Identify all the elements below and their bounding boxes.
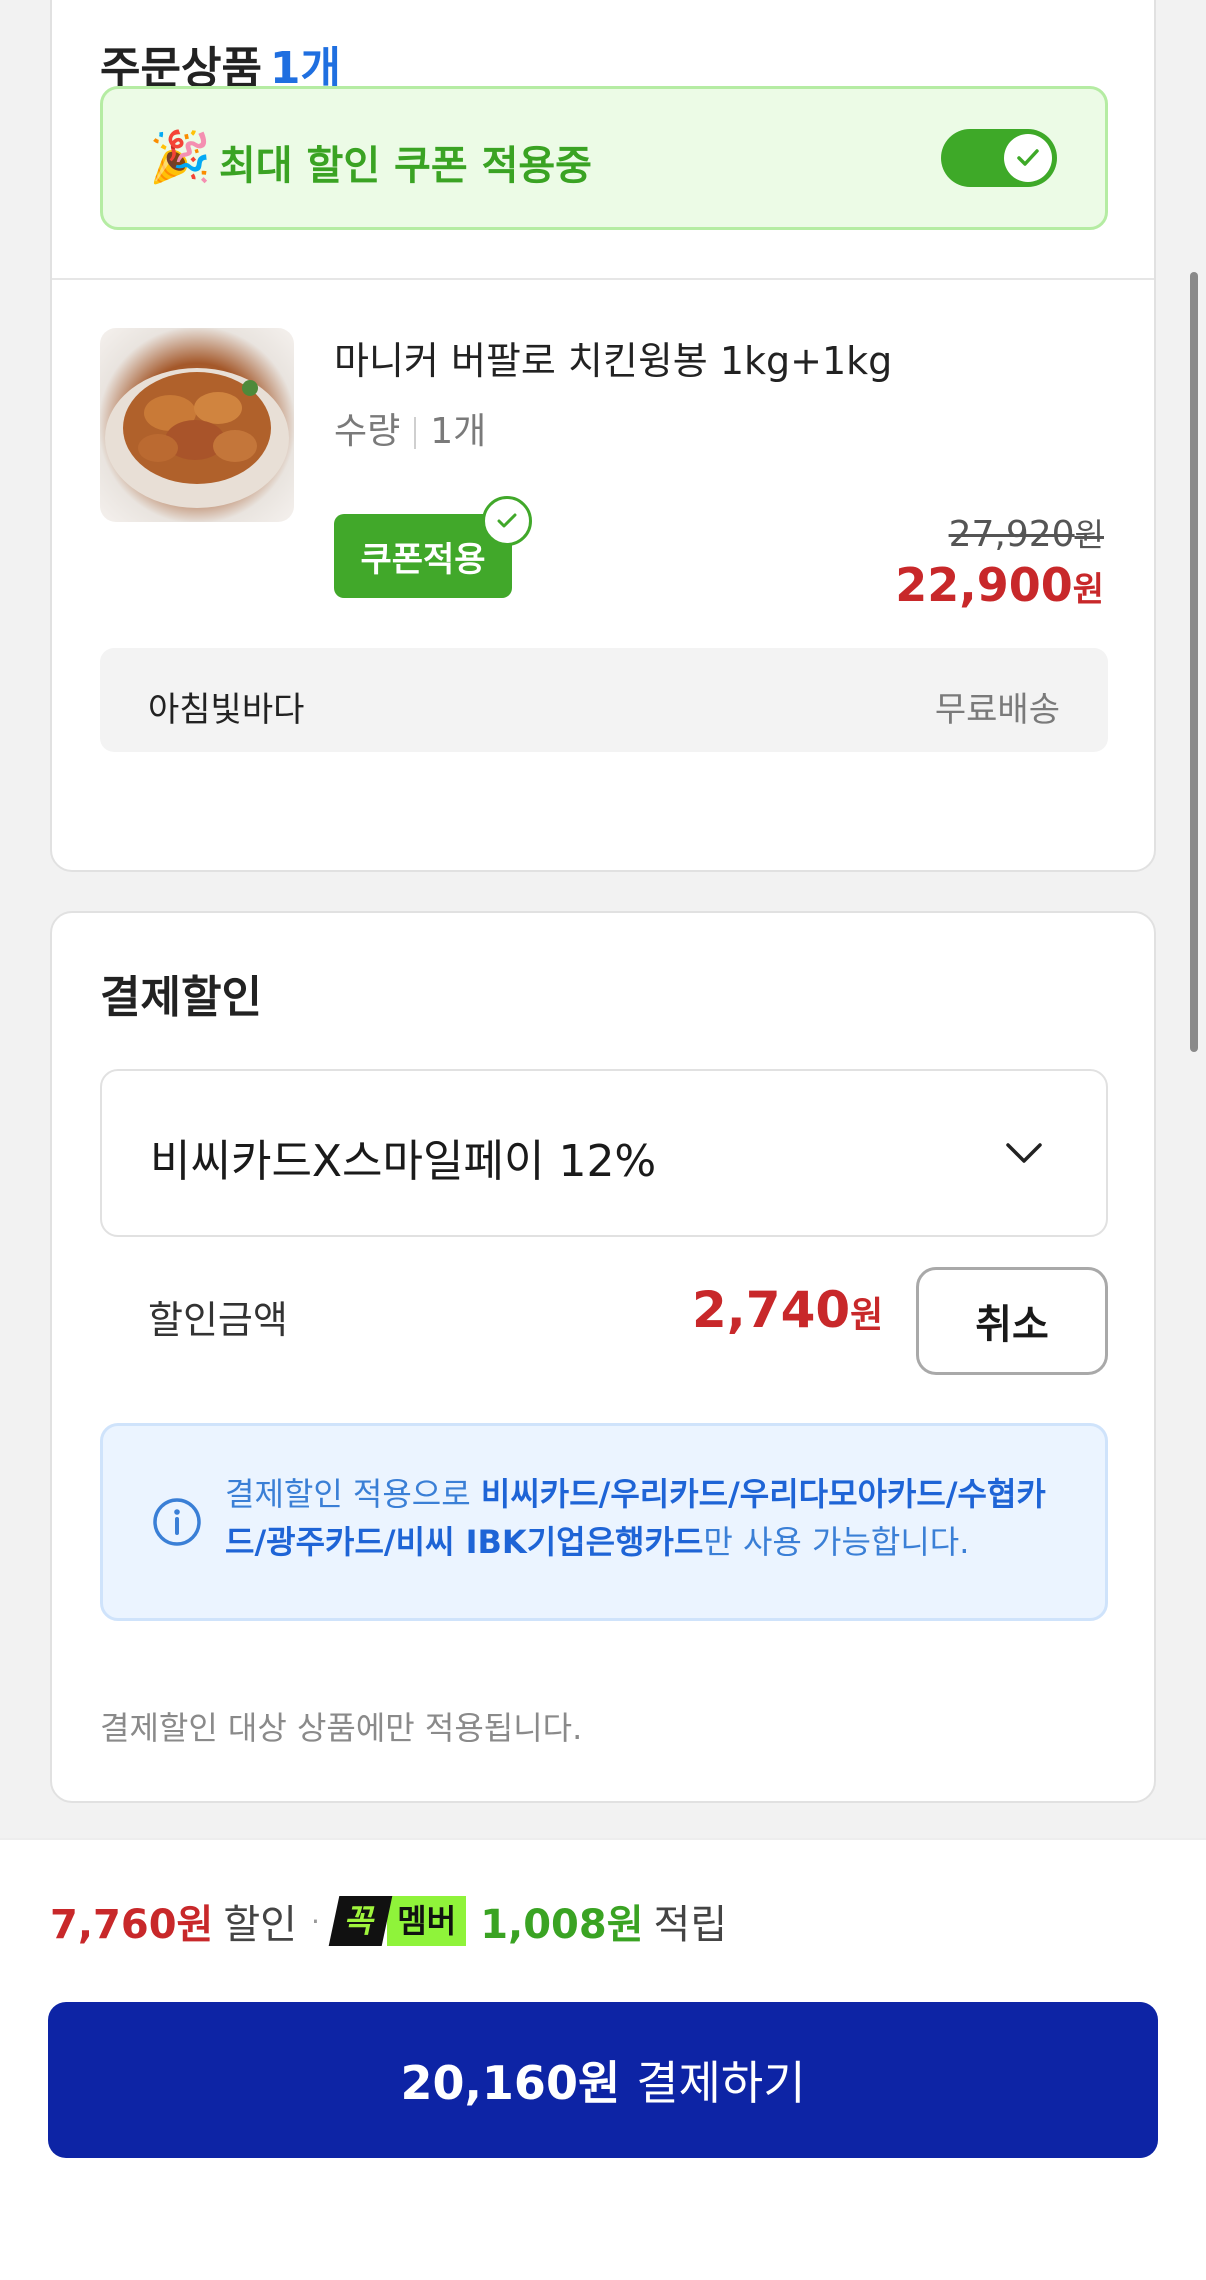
cancel-discount-button[interactable]: 취소 (916, 1267, 1108, 1375)
chicken-wings-image (105, 368, 289, 508)
member-badge-member: 멤버 (387, 1896, 467, 1946)
chevron-down-icon (1006, 1143, 1042, 1163)
original-price-currency: 원 (1074, 516, 1104, 554)
check-icon (497, 513, 517, 528)
notice-prefix: 결제할인 적용으로 (225, 1475, 481, 1513)
seller-name[interactable]: 아침빛바다 (148, 682, 304, 731)
pay-amount: 20,160원 (400, 2056, 621, 2110)
sale-price-value: 22,900 (895, 558, 1073, 612)
quantity-info: 수량 1개 (334, 402, 486, 454)
selected-card-option: 비씨카드X스마일페이 12% (150, 1136, 657, 1187)
seller-shipping-box: 아침빛바다 무료배송 (100, 648, 1108, 752)
card-discount-select[interactable]: 비씨카드X스마일페이 12% (100, 1069, 1108, 1237)
payment-discount-title: 결제할인 (100, 972, 262, 1023)
member-badge: 꼭 멤버 (328, 1896, 467, 1946)
discount-amount-currency: 원 (850, 1295, 884, 1336)
discount-amount: 2,740원 (692, 1281, 883, 1339)
product-name[interactable]: 마니커 버팔로 치킨윙봉 1kg+1kg (334, 330, 892, 385)
payment-discount-card: 결제할인 비씨카드X스마일페이 12% 할인금액 2,740원 취소 결제할인 … (50, 911, 1156, 1803)
toggle-knob (1004, 134, 1052, 182)
divider (52, 278, 1154, 280)
pay-label: 결제하기 (636, 2056, 806, 2110)
check-icon (1017, 149, 1039, 166)
notice-text: 결제할인 적용으로 비씨카드/우리카드/우리다모아카드/수협카드/광주카드/비씨… (225, 1470, 1075, 1566)
quantity-separator (414, 417, 417, 449)
product-thumbnail[interactable] (100, 328, 294, 522)
discount-word: 할인 (223, 1902, 297, 1948)
order-items-card: 주문상품 1개 🎉 최대 할인 쿠폰 적용중 마니커 버팔로 치킨윙봉 1kg+1… (50, 0, 1156, 872)
card-restriction-notice: 결제할인 적용으로 비씨카드/우리카드/우리다모아카드/수협카드/광주카드/비씨… (100, 1423, 1108, 1621)
coupon-toggle[interactable] (941, 129, 1057, 187)
original-price: 27,920원 (949, 510, 1104, 556)
notice-suffix: 만 사용 가능합니다. (703, 1523, 970, 1561)
shipping-fee: 무료배송 (934, 690, 1060, 730)
sale-price: 22,900원 (895, 558, 1104, 612)
total-discount-value: 7,760원 (50, 1902, 214, 1948)
savings-summary: 7,760원 할인 · 꼭 멤버 1,008원 적립 (50, 1892, 727, 1950)
scrollbar[interactable] (1190, 272, 1198, 1052)
party-popper-icon: 🎉 (149, 128, 212, 186)
sale-price-currency: 원 (1072, 570, 1104, 610)
max-coupon-banner: 🎉 최대 할인 쿠폰 적용중 (100, 86, 1108, 230)
points-value: 1,008원 (480, 1902, 644, 1948)
separator-dot: · (310, 1904, 320, 1938)
discount-amount-value: 2,740 (692, 1281, 851, 1339)
original-price-value: 27,920 (948, 514, 1075, 555)
member-badge-kkok: 꼭 (328, 1896, 393, 1946)
discount-amount-label: 할인금액 (148, 1298, 288, 1342)
coupon-check-icon (482, 496, 532, 546)
coupon-banner-text: 최대 할인 쿠폰 적용중 (219, 143, 592, 189)
quantity-label: 수량 (334, 411, 401, 452)
pay-button[interactable]: 20,160원 결제하기 (48, 2002, 1158, 2158)
checkout-bar: 7,760원 할인 · 꼭 멤버 1,008원 적립 20,160원 결제하기 (0, 1838, 1206, 2280)
points-word: 적립 (653, 1902, 728, 1948)
quantity-value: 1개 (430, 411, 487, 452)
info-icon (153, 1498, 201, 1546)
discount-note: 결제할인 대상 상품에만 적용됩니다. (100, 1709, 583, 1747)
